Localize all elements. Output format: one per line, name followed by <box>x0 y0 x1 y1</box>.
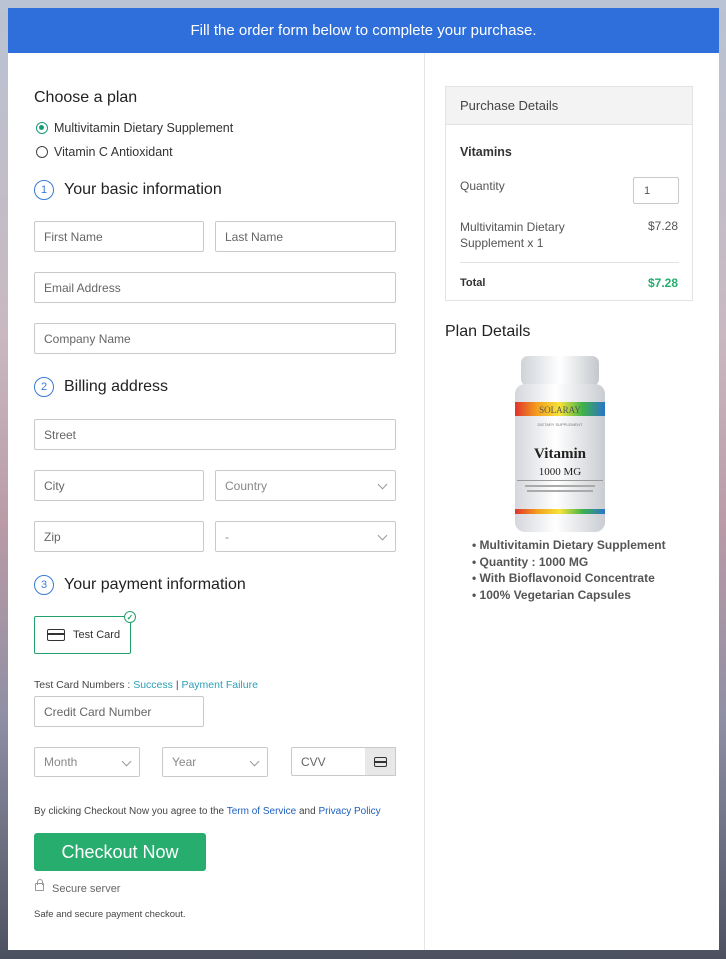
plan-details-heading: Plan Details <box>445 323 531 340</box>
total-value: $7.28 <box>647 276 678 290</box>
plan-option-vitamin-c[interactable]: Vitamin C Antioxidant <box>36 145 173 159</box>
payment-failure-link[interactable]: Payment Failure <box>181 679 257 691</box>
lock-icon <box>35 879 44 891</box>
bottle-brand: SOLARAY <box>539 405 581 415</box>
terms-and: and <box>298 806 316 817</box>
chevron-down-icon <box>377 530 388 541</box>
plan-option-label: Multivitamin Dietary Supplement <box>54 121 234 135</box>
step-number: 2 <box>34 377 54 397</box>
year-select-value: Year <box>172 755 197 769</box>
list-item: Multivitamin Dietary Supplement <box>472 537 666 554</box>
total-divider <box>460 262 679 263</box>
credit-card-number-input[interactable]: Credit Card Number <box>34 696 204 727</box>
top-banner: Fill the order form below to complete yo… <box>8 8 719 53</box>
plan-features-list: Multivitamin Dietary Supplement Quantity… <box>472 537 666 603</box>
purchase-details-box: Purchase Details Vitamins Quantity 1 Mul… <box>445 86 693 301</box>
section-heading: Billing address <box>64 378 169 395</box>
bottle-sub: DIETARY SUPPLEMENT <box>537 422 583 427</box>
plan-option-label: Vitamin C Antioxidant <box>54 145 173 159</box>
test-card-numbers: Test Card Numbers : Success | Payment Fa… <box>34 679 258 691</box>
test-card-option[interactable]: Test Card ✓ <box>34 611 136 654</box>
secure-note: Safe and secure payment checkout. <box>34 909 186 920</box>
section-payment: 3 Your payment information <box>34 575 246 595</box>
list-item: Quantity : 1000 MG <box>472 554 666 571</box>
list-item: 100% Vegetarian Capsules <box>472 587 666 604</box>
section-basic-info: 1 Your basic information <box>34 180 222 200</box>
first-name-input[interactable]: First Name <box>34 221 204 252</box>
order-form: Choose a plan Multivitamin Dietary Suppl… <box>8 53 424 950</box>
quantity-label: Quantity <box>460 179 505 193</box>
section-heading: Your payment information <box>64 576 246 593</box>
link-separator: | <box>175 679 179 691</box>
street-input[interactable]: Street <box>34 419 396 450</box>
country-select[interactable]: Country <box>215 470 396 501</box>
quantity-input[interactable]: 1 <box>633 177 679 204</box>
credit-card-icon <box>373 756 387 767</box>
bottle-dose: 1000 MG <box>539 466 582 478</box>
radio-unselected-icon[interactable] <box>36 146 48 158</box>
last-name-input[interactable]: Last Name <box>215 221 396 252</box>
item-price: $7.28 <box>647 219 678 233</box>
checkmark-icon: ✓ <box>124 611 136 623</box>
credit-card-icon <box>47 629 65 641</box>
test-card-label: Test Card <box>73 629 121 641</box>
total-label: Total <box>460 277 486 289</box>
step-number: 3 <box>34 575 54 595</box>
order-form-card: Choose a plan Multivitamin Dietary Suppl… <box>8 53 719 950</box>
secure-server-text: Secure server <box>52 883 121 895</box>
item-name: Multivitamin Dietary Supplement x 1 <box>460 219 565 251</box>
email-input[interactable]: Email Address <box>34 272 396 303</box>
company-input[interactable]: Company Name <box>34 323 396 354</box>
section-billing: 2 Billing address <box>34 377 168 397</box>
checkout-button[interactable]: Checkout Now <box>34 833 206 871</box>
choose-plan-heading: Choose a plan <box>34 89 138 106</box>
step-number: 1 <box>34 180 54 200</box>
cvv-card-button[interactable] <box>365 747 396 776</box>
chevron-down-icon <box>377 479 388 490</box>
zip-input[interactable]: Zip <box>34 521 204 552</box>
vitamin-bottle-image: SOLARAY DIETARY SUPPLEMENT Vitamin 1000 … <box>515 356 605 532</box>
state-select[interactable]: - <box>215 521 396 552</box>
success-link[interactable]: Success <box>133 679 173 691</box>
chevron-down-icon <box>249 756 260 767</box>
month-select[interactable]: Month <box>34 747 140 777</box>
plan-option-multivitamin[interactable]: Multivitamin Dietary Supplement <box>36 121 233 135</box>
terms-of-service-link[interactable]: Term of Service <box>227 806 296 817</box>
list-item: With Bioflavonoid Concentrate <box>472 570 666 587</box>
test-card-numbers-label: Test Card Numbers : <box>34 679 131 691</box>
radio-selected-icon[interactable] <box>36 122 48 134</box>
terms-text: By clicking Checkout Now you agree to th… <box>34 806 381 817</box>
cvv-input[interactable]: CVV <box>291 747 366 776</box>
state-select-value: - <box>225 529 229 544</box>
month-select-value: Month <box>44 755 78 769</box>
summary-panel: Purchase Details Vitamins Quantity 1 Mul… <box>425 53 719 950</box>
terms-prefix: By clicking Checkout Now you agree to th… <box>34 806 225 817</box>
item-name-line: Multivitamin Dietary <box>460 220 565 234</box>
country-select-value: Country <box>225 478 268 493</box>
bottle-title: Vitamin <box>534 446 587 462</box>
purchase-details-heading: Purchase Details <box>446 87 692 125</box>
chevron-down-icon <box>121 756 132 767</box>
city-input[interactable]: City <box>34 470 204 501</box>
section-heading: Your basic information <box>64 181 222 198</box>
privacy-policy-link[interactable]: Privacy Policy <box>318 806 380 817</box>
year-select[interactable]: Year <box>162 747 268 777</box>
product-group: Vitamins <box>460 145 512 159</box>
item-name-line: Supplement x 1 <box>460 236 544 250</box>
